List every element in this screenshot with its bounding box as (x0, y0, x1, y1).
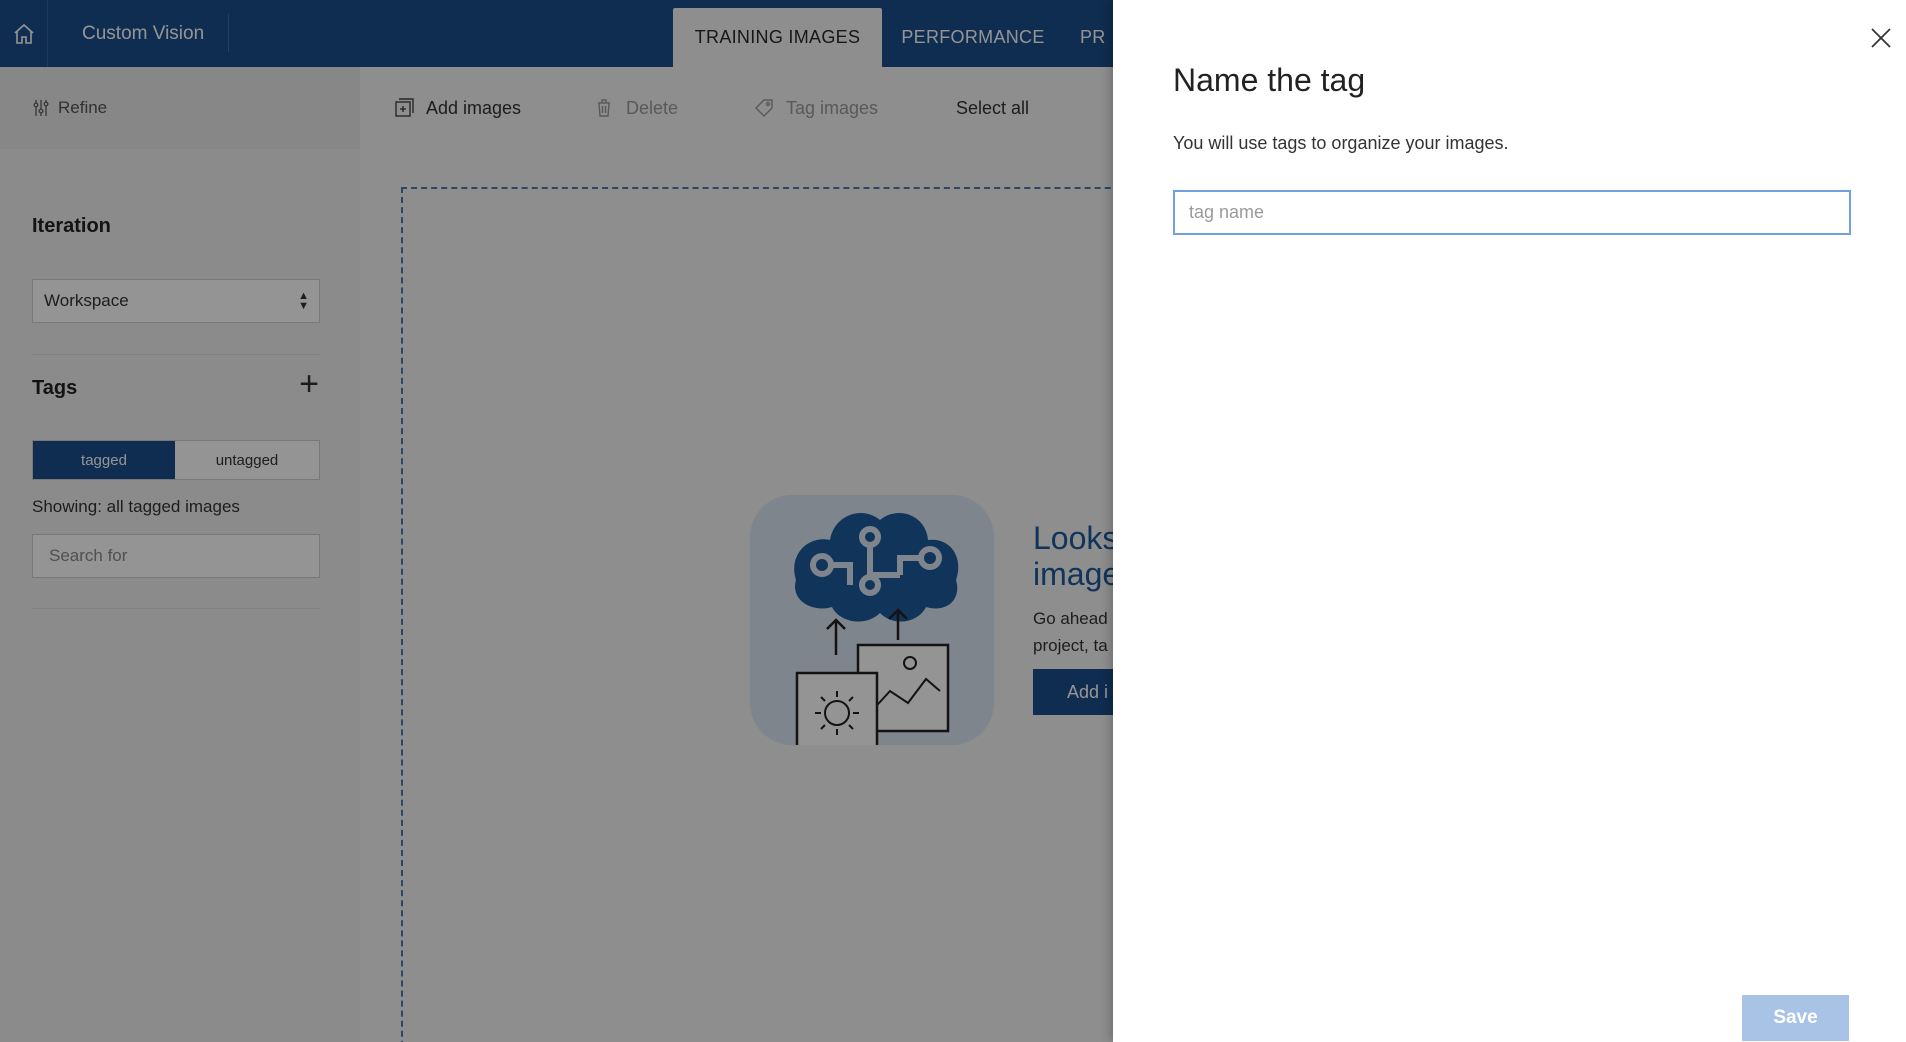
name-tag-panel: Name the tag You will use tags to organi… (1113, 0, 1906, 1042)
panel-title: Name the tag (1173, 62, 1366, 98)
panel-description: You will use tags to organize your image… (1173, 133, 1509, 153)
tag-name-input[interactable] (1173, 190, 1851, 235)
close-icon (1871, 28, 1891, 48)
save-button[interactable]: Save (1742, 995, 1849, 1041)
close-button[interactable] (1865, 22, 1897, 54)
